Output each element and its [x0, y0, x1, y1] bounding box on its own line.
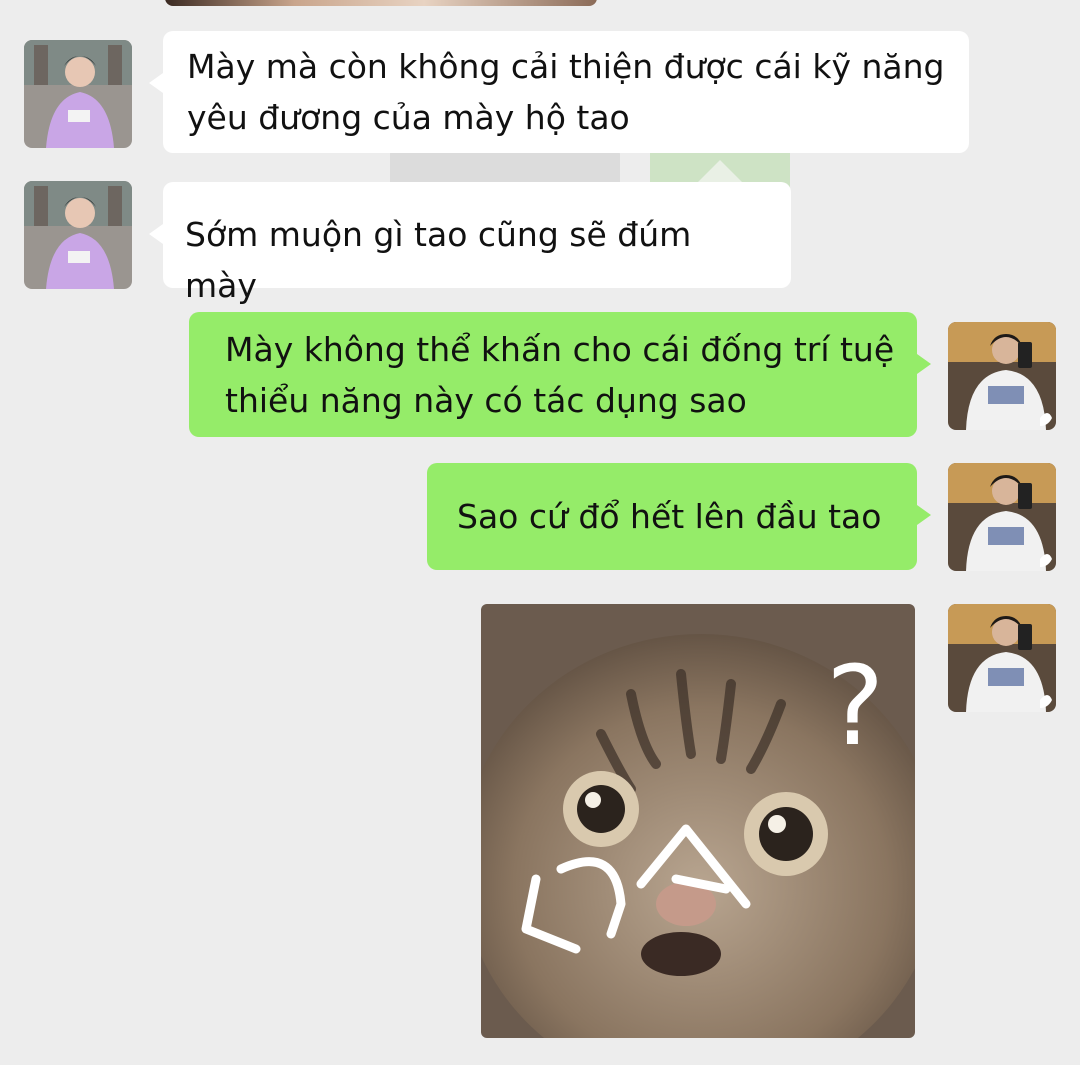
confused-cat-sticker[interactable]: ? [481, 604, 915, 1038]
user-avatar[interactable] [948, 604, 1056, 712]
question-mark: ? [826, 642, 884, 770]
outgoing-message-bubble[interactable]: Sao cứ đổ hết lên đầu tao [427, 463, 931, 570]
incoming-message-bubble[interactable]: Sớm muộn gì tao cũng sẽ đúm mày [149, 182, 791, 305]
message-text: Sao cứ đổ hết lên đầu tao [457, 497, 882, 536]
incoming-message-bubble[interactable]: Mày mà còn không cải thiện được cái kỹ n… [149, 31, 969, 153]
outgoing-message-bubble[interactable]: Mày không thể khấn cho cái đống trí tuệ … [189, 312, 931, 437]
user-avatar[interactable] [948, 463, 1056, 571]
message-text: Mày mà còn không cải thiện được cái kỹ n… [187, 47, 945, 137]
user-avatar[interactable] [948, 322, 1056, 430]
message-text: Mày không thể khấn cho cái đống trí tuệ … [225, 330, 895, 420]
message-text: Sớm muộn gì tao cũng sẽ đúm mày [185, 215, 692, 305]
contact-avatar[interactable] [24, 40, 132, 148]
contact-avatar[interactable] [24, 181, 132, 289]
previous-image-edge[interactable] [165, 0, 597, 6]
cat-sticker-image: ? [481, 604, 915, 1038]
